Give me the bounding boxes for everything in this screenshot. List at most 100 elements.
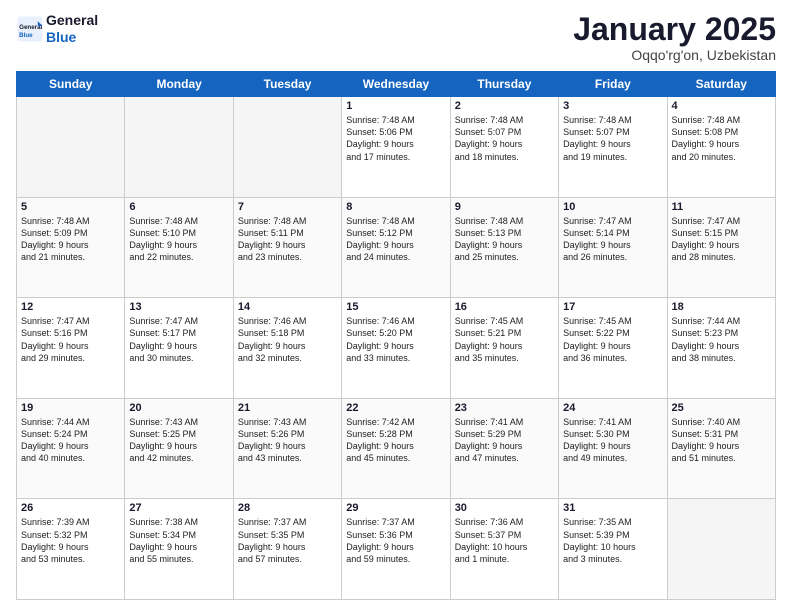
day-number: 13 xyxy=(129,301,228,313)
calendar-cell: 10Sunrise: 7:47 AM Sunset: 5:14 PM Dayli… xyxy=(559,197,667,298)
svg-text:Blue: Blue xyxy=(19,32,33,39)
day-header-friday: Friday xyxy=(559,72,667,97)
day-content: Sunrise: 7:48 AM Sunset: 5:06 PM Dayligh… xyxy=(346,114,445,163)
day-content: Sunrise: 7:36 AM Sunset: 5:37 PM Dayligh… xyxy=(455,516,554,565)
day-content: Sunrise: 7:47 AM Sunset: 5:14 PM Dayligh… xyxy=(563,215,662,264)
calendar-cell: 4 Sunrise: 7:48 AM Sunset: 5:08 PM Daylig… xyxy=(667,97,775,198)
calendar-cell xyxy=(17,97,125,198)
day-header-sunday: Sunday xyxy=(17,72,125,97)
day-header-thursday: Thursday xyxy=(450,72,558,97)
calendar-cell: 12Sunrise: 7:47 AM Sunset: 5:16 PM Dayli… xyxy=(17,298,125,399)
day-number: 6 xyxy=(129,201,228,213)
logo-text-blue: Blue xyxy=(46,29,98,46)
calendar-cell: 23 Sunrise: 7:41 AM Sunset: 5:29 PM Dayli… xyxy=(450,398,558,499)
day-number: 7 xyxy=(238,201,337,213)
day-number: 2 xyxy=(455,100,554,112)
page: General Blue General Blue January 2025 O… xyxy=(0,0,792,612)
day-number: 30 xyxy=(455,502,554,514)
day-number: 9 xyxy=(455,201,554,213)
calendar-cell: 17 Sunrise: 7:45 AM Sunset: 5:22 PM Dayli… xyxy=(559,298,667,399)
calendar-cell: 28Sunrise: 7:37 AM Sunset: 5:35 PM Dayli… xyxy=(233,499,341,600)
day-content: Sunrise: 7:38 AM Sunset: 5:34 PM Dayligh… xyxy=(129,516,228,565)
day-content: Sunrise: 7:48 AM Sunset: 5:13 PM Dayligh… xyxy=(455,215,554,264)
day-number: 20 xyxy=(129,402,228,414)
day-number: 21 xyxy=(238,402,337,414)
calendar-cell: 26Sunrise: 7:39 AM Sunset: 5:32 PM Dayli… xyxy=(17,499,125,600)
day-number: 4 xyxy=(672,100,771,112)
calendar-cell: 11Sunrise: 7:47 AM Sunset: 5:15 PM Dayli… xyxy=(667,197,775,298)
calendar-cell: 15Sunrise: 7:46 AM Sunset: 5:20 PM Dayli… xyxy=(342,298,450,399)
day-content: Sunrise: 7:48 AM Sunset: 5:09 PM Dayligh… xyxy=(21,215,120,264)
calendar-cell: 3 Sunrise: 7:48 AM Sunset: 5:07 PM Daylig… xyxy=(559,97,667,198)
calendar-cell: 7 Sunrise: 7:48 AM Sunset: 5:11 PM Daylig… xyxy=(233,197,341,298)
day-number: 14 xyxy=(238,301,337,313)
calendar-cell: 5 Sunrise: 7:48 AM Sunset: 5:09 PM Daylig… xyxy=(17,197,125,298)
day-content: Sunrise: 7:48 AM Sunset: 5:07 PM Dayligh… xyxy=(455,114,554,163)
calendar-week-3: 12Sunrise: 7:47 AM Sunset: 5:16 PM Dayli… xyxy=(17,298,776,399)
calendar-cell xyxy=(125,97,233,198)
day-content: Sunrise: 7:45 AM Sunset: 5:21 PM Dayligh… xyxy=(455,315,554,364)
day-number: 1 xyxy=(346,100,445,112)
title-area: January 2025 Oqqo'rg'on, Uzbekistan xyxy=(573,12,776,63)
day-content: Sunrise: 7:48 AM Sunset: 5:07 PM Dayligh… xyxy=(563,114,662,163)
calendar-cell: 21 Sunrise: 7:43 AM Sunset: 5:26 PM Dayli… xyxy=(233,398,341,499)
day-content: Sunrise: 7:48 AM Sunset: 5:08 PM Dayligh… xyxy=(672,114,771,163)
day-number: 16 xyxy=(455,301,554,313)
calendar-cell: 22 Sunrise: 7:42 AM Sunset: 5:28 PM Dayli… xyxy=(342,398,450,499)
calendar-cell: 19 Sunrise: 7:44 AM Sunset: 5:24 PM Dayli… xyxy=(17,398,125,499)
day-header-saturday: Saturday xyxy=(667,72,775,97)
calendar-cell xyxy=(233,97,341,198)
calendar-week-5: 26Sunrise: 7:39 AM Sunset: 5:32 PM Dayli… xyxy=(17,499,776,600)
day-content: Sunrise: 7:35 AM Sunset: 5:39 PM Dayligh… xyxy=(563,516,662,565)
calendar-cell: 31 Sunrise: 7:35 AM Sunset: 5:39 PM Dayli… xyxy=(559,499,667,600)
day-number: 22 xyxy=(346,402,445,414)
day-content: Sunrise: 7:46 AM Sunset: 5:18 PM Dayligh… xyxy=(238,315,337,364)
day-content: Sunrise: 7:48 AM Sunset: 5:12 PM Dayligh… xyxy=(346,215,445,264)
calendar-cell: 18 Sunrise: 7:44 AM Sunset: 5:23 PM Dayli… xyxy=(667,298,775,399)
day-content: Sunrise: 7:47 AM Sunset: 5:17 PM Dayligh… xyxy=(129,315,228,364)
day-number: 19 xyxy=(21,402,120,414)
calendar-cell: 8 Sunrise: 7:48 AM Sunset: 5:12 PM Daylig… xyxy=(342,197,450,298)
calendar-cell: 9 Sunrise: 7:48 AM Sunset: 5:13 PM Daylig… xyxy=(450,197,558,298)
day-content: Sunrise: 7:42 AM Sunset: 5:28 PM Dayligh… xyxy=(346,416,445,465)
logo-icon: General Blue xyxy=(16,15,44,43)
day-number: 27 xyxy=(129,502,228,514)
day-content: Sunrise: 7:45 AM Sunset: 5:22 PM Dayligh… xyxy=(563,315,662,364)
header: General Blue General Blue January 2025 O… xyxy=(16,12,776,63)
day-content: Sunrise: 7:41 AM Sunset: 5:30 PM Dayligh… xyxy=(563,416,662,465)
calendar-week-4: 19 Sunrise: 7:44 AM Sunset: 5:24 PM Dayli… xyxy=(17,398,776,499)
day-number: 11 xyxy=(672,201,771,213)
day-number: 5 xyxy=(21,201,120,213)
day-content: Sunrise: 7:44 AM Sunset: 5:23 PM Dayligh… xyxy=(672,315,771,364)
calendar-cell: 20 Sunrise: 7:43 AM Sunset: 5:25 PM Dayli… xyxy=(125,398,233,499)
day-content: Sunrise: 7:39 AM Sunset: 5:32 PM Dayligh… xyxy=(21,516,120,565)
day-number: 3 xyxy=(563,100,662,112)
day-content: Sunrise: 7:41 AM Sunset: 5:29 PM Dayligh… xyxy=(455,416,554,465)
day-number: 23 xyxy=(455,402,554,414)
day-header-monday: Monday xyxy=(125,72,233,97)
calendar-header-row: SundayMondayTuesdayWednesdayThursdayFrid… xyxy=(17,72,776,97)
calendar-week-2: 5 Sunrise: 7:48 AM Sunset: 5:09 PM Daylig… xyxy=(17,197,776,298)
day-number: 8 xyxy=(346,201,445,213)
day-content: Sunrise: 7:43 AM Sunset: 5:25 PM Dayligh… xyxy=(129,416,228,465)
month-title: January 2025 xyxy=(573,12,776,47)
day-content: Sunrise: 7:48 AM Sunset: 5:10 PM Dayligh… xyxy=(129,215,228,264)
day-content: Sunrise: 7:48 AM Sunset: 5:11 PM Dayligh… xyxy=(238,215,337,264)
calendar-cell: 6 Sunrise: 7:48 AM Sunset: 5:10 PM Daylig… xyxy=(125,197,233,298)
day-number: 24 xyxy=(563,402,662,414)
day-number: 18 xyxy=(672,301,771,313)
calendar-cell: 16 Sunrise: 7:45 AM Sunset: 5:21 PM Dayli… xyxy=(450,298,558,399)
day-number: 15 xyxy=(346,301,445,313)
day-content: Sunrise: 7:43 AM Sunset: 5:26 PM Dayligh… xyxy=(238,416,337,465)
calendar-cell: 1 Sunrise: 7:48 AM Sunset: 5:06 PM Daylig… xyxy=(342,97,450,198)
day-number: 31 xyxy=(563,502,662,514)
day-number: 17 xyxy=(563,301,662,313)
day-number: 29 xyxy=(346,502,445,514)
day-number: 25 xyxy=(672,402,771,414)
calendar-cell xyxy=(667,499,775,600)
calendar-week-1: 1 Sunrise: 7:48 AM Sunset: 5:06 PM Daylig… xyxy=(17,97,776,198)
day-number: 12 xyxy=(21,301,120,313)
calendar-cell: 27 Sunrise: 7:38 AM Sunset: 5:34 PM Dayli… xyxy=(125,499,233,600)
day-content: Sunrise: 7:44 AM Sunset: 5:24 PM Dayligh… xyxy=(21,416,120,465)
location: Oqqo'rg'on, Uzbekistan xyxy=(573,47,776,63)
